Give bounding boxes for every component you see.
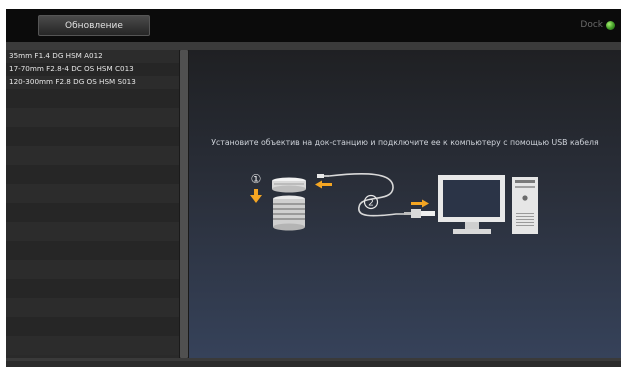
arrow-down-icon [250, 189, 262, 203]
empty-row [6, 146, 179, 165]
lens-list-panel: 35mm F1.4 DG HSM A012 17-70mm F2.8-4 DC … [6, 50, 179, 358]
list-item[interactable]: 35mm F1.4 DG HSM A012 [6, 50, 179, 63]
lens-icon [273, 195, 305, 231]
list-item[interactable]: 17-70mm F2.8-4 DC OS HSM C013 [6, 63, 179, 76]
empty-row [6, 89, 179, 108]
instruction-text: Установите объектив на док-станцию и под… [211, 138, 599, 147]
empty-row [6, 203, 179, 222]
empty-row [6, 222, 179, 241]
lens-item-label: 17-70mm F2.8-4 DC OS HSM C013 [9, 64, 134, 73]
usb-plug-icon [404, 209, 435, 218]
scrollbar-thumb[interactable] [180, 50, 188, 358]
list-item[interactable]: 120-300mm F2.8 DG OS HSM S013 [6, 76, 179, 89]
usb-dock-icon [272, 177, 306, 193]
dock-status: Dock [580, 19, 615, 31]
step-1-marker: ① [251, 172, 262, 186]
empty-row [6, 241, 179, 260]
empty-row [6, 184, 179, 203]
toolbar-divider [6, 42, 621, 50]
empty-row [6, 298, 179, 317]
top-toolbar: Обновление Dock [6, 9, 621, 42]
usb-cable [328, 173, 411, 217]
empty-row [6, 260, 179, 279]
empty-row [6, 336, 179, 355]
empty-row [6, 165, 179, 184]
pc-tower-icon [512, 177, 538, 234]
step-2-marker: 2 [368, 199, 374, 209]
empty-row [6, 127, 179, 146]
connection-instructions-panel: Установите объектив на док-станцию и под… [189, 50, 621, 358]
micro-usb-connector-icon [317, 174, 329, 178]
status-bar-divider [6, 358, 621, 361]
empty-row [6, 279, 179, 298]
app-window: Обновление Dock 35mm F1.4 DG HSM A012 17… [6, 9, 621, 367]
dock-status-label: Dock [580, 20, 603, 30]
lens-item-label: 35mm F1.4 DG HSM A012 [9, 51, 103, 60]
monitor-icon [438, 175, 505, 234]
lens-list-scrollbar[interactable] [179, 50, 189, 358]
arrow-right-icon [411, 199, 429, 208]
empty-row [6, 317, 179, 336]
arrow-left-icon [315, 180, 332, 189]
connection-diagram: ① 2 [250, 172, 538, 234]
dock-connection-led-icon [606, 20, 615, 30]
empty-row [6, 108, 179, 127]
update-button[interactable]: Обновление [38, 15, 150, 36]
lens-item-label: 120-300mm F2.8 DG OS HSM S013 [9, 77, 136, 86]
